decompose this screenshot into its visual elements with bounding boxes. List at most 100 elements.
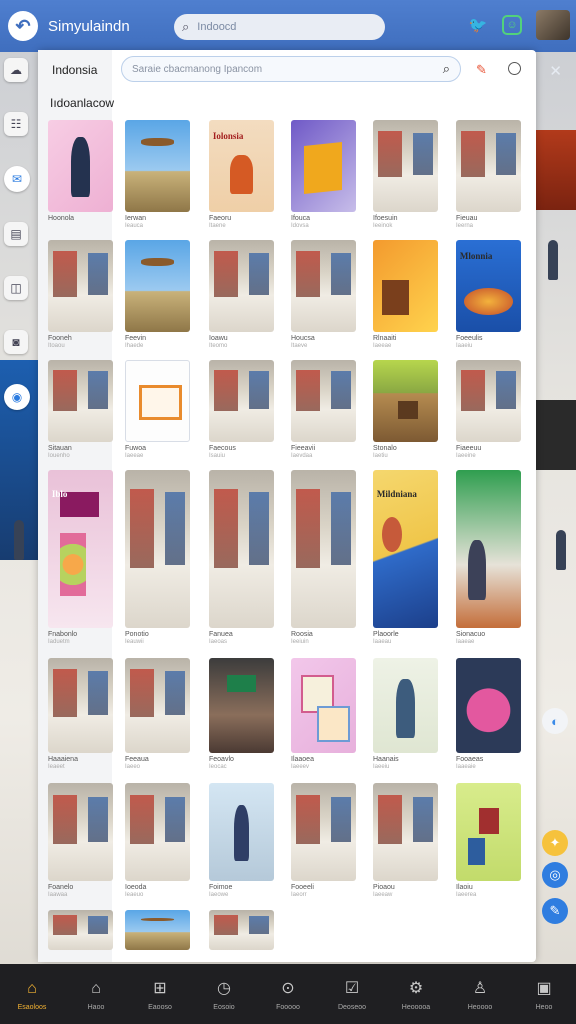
back-button[interactable]: ↶	[8, 11, 38, 41]
result-card[interactable]	[48, 910, 113, 953]
result-thumbnail[interactable]	[291, 470, 356, 628]
result-thumbnail[interactable]	[291, 658, 356, 753]
result-thumbnail[interactable]	[125, 910, 190, 950]
result-card[interactable]: Ioeoda Ieaeuo	[125, 783, 190, 898]
people-icon[interactable]: ☷	[4, 112, 28, 136]
result-card[interactable]: Fiaeeuu Iaeeine	[456, 360, 521, 459]
refresh-icon[interactable]: ◎	[542, 862, 568, 888]
result-thumbnail[interactable]	[456, 360, 521, 442]
nav-item[interactable]: ⌂ Haoo	[64, 964, 128, 1024]
result-thumbnail[interactable]	[48, 360, 113, 442]
result-thumbnail[interactable]	[48, 910, 113, 950]
bag-icon[interactable]: ◫	[4, 276, 28, 300]
result-card[interactable]: Mildniana Plaoorle Iaaeau	[373, 470, 438, 645]
result-card[interactable]: Fooeeli Iaeorr	[291, 783, 356, 898]
search-icon[interactable]: ⌕	[443, 61, 450, 77]
result-card[interactable]: Ifoesuin Ieeinok	[373, 120, 438, 229]
result-card[interactable]: Ilaoiu Iaeerea	[456, 783, 521, 898]
toggle-icon[interactable]: ◐	[542, 708, 568, 734]
edit-icon[interactable]: ✎	[542, 898, 568, 924]
result-thumbnail[interactable]	[125, 470, 190, 628]
result-thumbnail[interactable]	[291, 783, 356, 881]
result-card[interactable]: Faecous Isauiu	[209, 360, 274, 459]
result-card[interactable]: Rlnaaiti Iaeeae	[373, 240, 438, 349]
location-icon[interactable]: ◉	[4, 384, 30, 410]
cloud-icon[interactable]: ☁	[4, 58, 28, 82]
result-thumbnail[interactable]	[48, 120, 113, 212]
result-card[interactable]: Haaaiena Ieaeet	[48, 658, 113, 770]
result-thumbnail[interactable]: Iblo	[48, 470, 113, 628]
result-card[interactable]: Fieuau Ieerna	[456, 120, 521, 229]
circle-option-icon[interactable]	[508, 62, 521, 75]
result-card[interactable]: Ponotio Ieauwii	[125, 470, 190, 645]
result-card[interactable]: Iolonsia Faeoru Itaene	[209, 120, 274, 229]
result-card[interactable]: Fooaeas Iaaeaie	[456, 658, 521, 770]
result-thumbnail[interactable]	[209, 470, 274, 628]
result-thumbnail[interactable]	[291, 240, 356, 332]
close-icon[interactable]: ✕	[549, 62, 562, 80]
result-thumbnail[interactable]	[291, 120, 356, 212]
result-card[interactable]: Pioaou Iaeeaw	[373, 783, 438, 898]
result-thumbnail[interactable]	[48, 240, 113, 332]
result-thumbnail[interactable]: Iolonsia	[209, 120, 274, 212]
result-card[interactable]: Iblo Fnabonlo Iaduetm	[48, 470, 113, 645]
smiley-icon[interactable]: ☺	[502, 15, 522, 35]
result-card[interactable]: Houcsa Itaeve	[291, 240, 356, 349]
result-thumbnail[interactable]	[48, 658, 113, 753]
result-thumbnail[interactable]	[373, 658, 438, 753]
result-thumbnail[interactable]	[209, 240, 274, 332]
result-card[interactable]: Fuwoa Iaeeae	[125, 360, 190, 459]
result-card[interactable]: Ierwan Ieauca	[125, 120, 190, 229]
result-card[interactable]: Mlonnia Foeeulis Iaaeiu	[456, 240, 521, 349]
result-thumbnail[interactable]	[456, 658, 521, 753]
camera-icon[interactable]: ◙	[4, 330, 28, 354]
result-card[interactable]: Ifouca Idovsa	[291, 120, 356, 229]
result-card[interactable]	[125, 910, 190, 953]
result-thumbnail[interactable]	[373, 240, 438, 332]
pin-icon[interactable]: ✎	[476, 62, 487, 78]
result-thumbnail[interactable]	[456, 120, 521, 212]
result-thumbnail[interactable]	[209, 783, 274, 881]
result-card[interactable]: Stonalo Iaetiu	[373, 360, 438, 459]
star-icon[interactable]: ✦	[542, 830, 568, 856]
nav-item[interactable]: ⚙ Heooooa	[384, 964, 448, 1024]
nav-item[interactable]: ⌂ Esaoloos	[0, 964, 64, 1024]
result-card[interactable]: Fieeavii Iaevdaa	[291, 360, 356, 459]
result-thumbnail[interactable]	[456, 470, 521, 628]
result-card[interactable]: Fooneh Itoaou	[48, 240, 113, 349]
nav-item[interactable]: ⊙ Fooooo	[256, 964, 320, 1024]
document-icon[interactable]: ▤	[4, 222, 28, 246]
nav-item[interactable]: ☑ Deoseoo	[320, 964, 384, 1024]
nav-item[interactable]: ◷ Eosoio	[192, 964, 256, 1024]
result-card[interactable]: Feevin Ihaede	[125, 240, 190, 349]
result-thumbnail[interactable]	[125, 783, 190, 881]
chat-icon[interactable]: ✉	[4, 166, 30, 192]
result-thumbnail[interactable]: Mlonnia	[456, 240, 521, 332]
result-card[interactable]: Feoavlo Ieocac	[209, 658, 274, 770]
result-card[interactable]: Sionacuo Iaaeae	[456, 470, 521, 645]
avatar[interactable]	[536, 10, 570, 40]
top-search-input[interactable]: ⌕ Indoocd	[174, 14, 385, 40]
nav-item[interactable]: ▣ Heoo	[512, 964, 576, 1024]
result-card[interactable]: Foanelo Iaawaa	[48, 783, 113, 898]
result-card[interactable]: Ilaaoea Iaeeev	[291, 658, 356, 770]
result-card[interactable]	[209, 910, 274, 953]
result-card[interactable]: Fanuea Iaeoas	[209, 470, 274, 645]
result-card[interactable]: Ioawu Iteomo	[209, 240, 274, 349]
result-card[interactable]: Sitauan Iouenho	[48, 360, 113, 459]
result-thumbnail[interactable]	[125, 120, 190, 212]
result-thumbnail[interactable]: Mildniana	[373, 470, 438, 628]
result-thumbnail[interactable]	[125, 658, 190, 753]
result-thumbnail[interactable]	[373, 360, 438, 442]
result-card[interactable]: Foimoe Iaeowe	[209, 783, 274, 898]
result-card[interactable]: Feeaua Iaeeo	[125, 658, 190, 770]
result-thumbnail[interactable]	[48, 783, 113, 881]
result-card[interactable]: Haanais Iaeeiu	[373, 658, 438, 770]
panel-search-input[interactable]: Saraie cbacmanong Ipancom ⌕	[121, 56, 461, 82]
result-thumbnail[interactable]	[125, 360, 190, 442]
result-card[interactable]: Hoonola	[48, 120, 113, 223]
result-thumbnail[interactable]	[456, 783, 521, 881]
nav-item[interactable]: ♙ Heoooo	[448, 964, 512, 1024]
result-thumbnail[interactable]	[291, 360, 356, 442]
result-thumbnail[interactable]	[125, 240, 190, 332]
